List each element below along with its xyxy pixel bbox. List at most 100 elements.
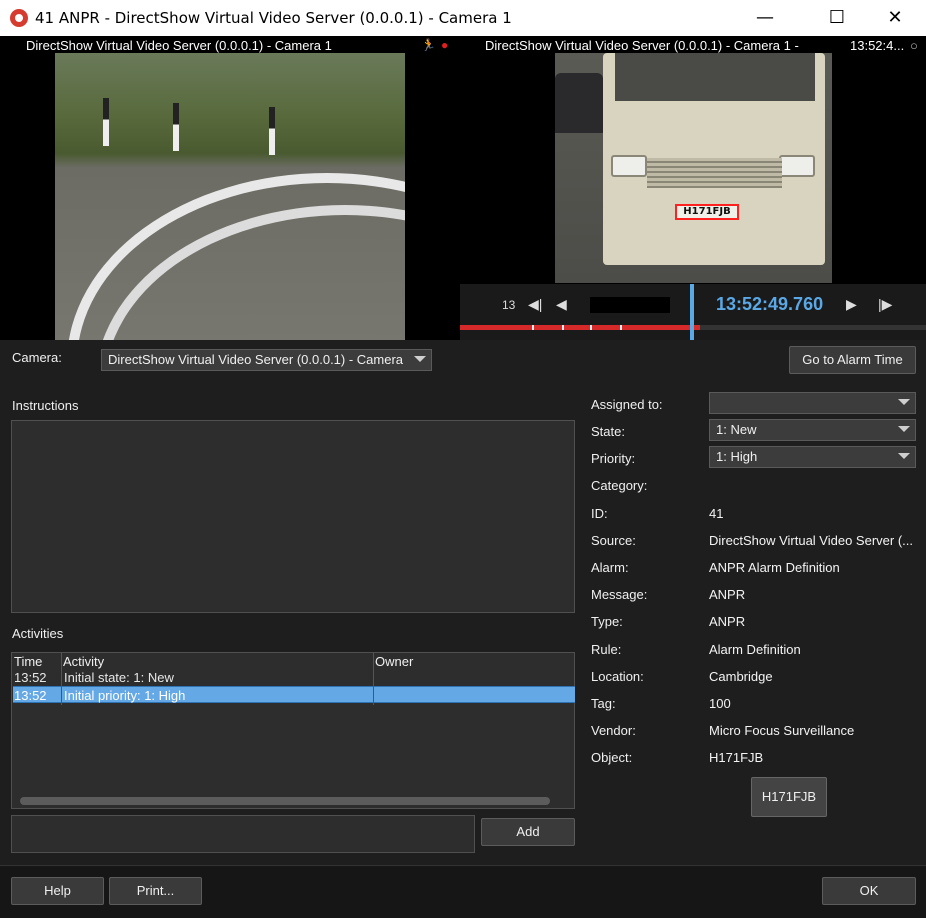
row-activity: Initial priority: 1: High (64, 688, 186, 703)
alarm-value: ANPR Alarm Definition (709, 560, 840, 575)
vehicle-grille (647, 158, 782, 188)
print-button[interactable]: Print... (109, 877, 202, 905)
timeline-tick (620, 325, 622, 330)
row-activity: Initial state: 1: New (64, 670, 174, 685)
road-post (103, 98, 109, 146)
message-value: ANPR (709, 587, 746, 602)
playback-time-short: 13:52:4... (850, 38, 905, 53)
playback-video-feed: H171FJB (555, 53, 832, 283)
alarm-label: Alarm: (591, 560, 629, 575)
priority-select[interactable]: 1: High (709, 446, 916, 468)
state-label: State: (591, 424, 625, 439)
column-divider (373, 653, 374, 705)
rule-label: Rule: (591, 642, 622, 657)
location-label: Location: (591, 669, 644, 684)
status-circle-icon: ○ (910, 38, 918, 53)
source-value: DirectShow Virtual Video Server (... (709, 533, 913, 548)
help-button[interactable]: Help (11, 877, 104, 905)
timeline-tick (562, 325, 564, 330)
assigned-to-select[interactable] (709, 392, 916, 414)
camera-select-value: DirectShow Virtual Video Server (0.0.0.1… (108, 352, 404, 367)
playback-video-panel[interactable]: DirectShow Virtual Video Server (0.0.0.1… (460, 36, 926, 340)
horizontal-scrollbar[interactable] (20, 797, 550, 805)
id-value: 41 (709, 506, 724, 521)
activities-table[interactable]: Time Activity Owner 13:52 Initial state:… (11, 652, 575, 809)
priority-label: Priority: (591, 451, 636, 466)
activities-label: Activities (12, 626, 64, 641)
state-select[interactable]: 1: New (709, 419, 916, 441)
priority-value: 1: High (716, 449, 758, 464)
chevron-down-icon (898, 399, 910, 405)
chevron-down-icon (414, 356, 426, 362)
column-header-activity[interactable]: Activity (63, 654, 104, 669)
motion-icon: 🏃 (421, 38, 436, 52)
instructions-box[interactable] (11, 420, 575, 613)
table-row-selected[interactable]: 13:52 Initial priority: 1: High (13, 686, 575, 703)
play-icon[interactable]: ▶ (846, 296, 857, 313)
title-bar: 41 ANPR - DirectShow Virtual Video Serve… (0, 0, 926, 36)
app-icon (10, 9, 28, 27)
license-plate-button[interactable]: H171FJB (751, 777, 827, 817)
road-post (173, 103, 179, 151)
road-post (269, 107, 275, 155)
timeline-tick (532, 325, 534, 330)
tag-value: 100 (709, 696, 731, 711)
playback-controls: 13 ◀| ◀ 13:52:49.760 ▶ |▶ (460, 284, 926, 340)
vendor-label: Vendor: (591, 723, 636, 738)
vendor-value: Micro Focus Surveillance (709, 723, 855, 738)
column-divider (61, 653, 62, 705)
license-plate-overlay: H171FJB (675, 204, 739, 220)
state-value: 1: New (716, 422, 757, 437)
window-title: 41 ANPR - DirectShow Virtual Video Serve… (35, 9, 512, 27)
id-label: ID: (591, 506, 608, 521)
column-header-owner[interactable]: Owner (375, 654, 413, 669)
object-label: Object: (591, 750, 633, 765)
assigned-to-label: Assigned to: (591, 397, 663, 412)
type-label: Type: (591, 614, 623, 629)
column-header-time[interactable]: Time (14, 654, 42, 669)
timeline-cursor[interactable] (690, 284, 694, 340)
timeline-tick (590, 325, 592, 330)
recording-icon: ● (441, 38, 449, 52)
go-to-alarm-time-button[interactable]: Go to Alarm Time (789, 346, 916, 374)
close-button[interactable]: ✕ (872, 0, 918, 36)
maximize-button[interactable]: ☐ (814, 0, 860, 36)
location-value: Cambridge (709, 669, 773, 684)
rule-value: Alarm Definition (709, 642, 801, 657)
step-forward-icon[interactable]: |▶ (878, 296, 892, 313)
headlight (611, 155, 647, 177)
source-label: Source: (591, 533, 636, 548)
vehicle (603, 53, 825, 265)
activity-input[interactable] (11, 815, 475, 853)
category-label: Category: (591, 478, 648, 493)
table-row[interactable]: 13:52 Initial state: 1: New (13, 669, 575, 686)
timeline-recorded (460, 325, 700, 330)
chevron-down-icon (898, 426, 910, 432)
playback-time: 13:52:49.760 (716, 294, 824, 314)
vehicle-windshield (615, 53, 815, 101)
chevron-down-icon (898, 453, 910, 459)
live-video-title: DirectShow Virtual Video Server (0.0.0.1… (26, 38, 332, 53)
play-reverse-icon[interactable]: ◀ (556, 296, 567, 313)
camera-label: Camera: (12, 350, 62, 365)
step-back-icon[interactable]: ◀| (528, 296, 542, 313)
live-video-panel[interactable]: DirectShow Virtual Video Server (0.0.0.1… (0, 36, 458, 340)
row-time: 13:52 (14, 688, 47, 703)
minimize-button[interactable]: — (742, 0, 788, 36)
instructions-label: Instructions (12, 398, 79, 413)
playback-speed-field[interactable] (590, 297, 670, 313)
playback-start-label: 13 (502, 298, 516, 312)
ok-button[interactable]: OK (822, 877, 916, 905)
playback-video-title: DirectShow Virtual Video Server (0.0.0.1… (485, 38, 799, 53)
camera-select[interactable]: DirectShow Virtual Video Server (0.0.0.1… (101, 349, 432, 371)
add-button[interactable]: Add (481, 818, 575, 846)
headlight (779, 155, 815, 177)
message-label: Message: (591, 587, 648, 602)
live-video-feed (55, 53, 405, 340)
tag-label: Tag: (591, 696, 616, 711)
object-value: H171FJB (709, 750, 764, 765)
video-area: DirectShow Virtual Video Server (0.0.0.1… (0, 36, 926, 340)
row-time: 13:52 (14, 670, 47, 685)
background-car (555, 73, 603, 133)
type-value: ANPR (709, 614, 746, 629)
